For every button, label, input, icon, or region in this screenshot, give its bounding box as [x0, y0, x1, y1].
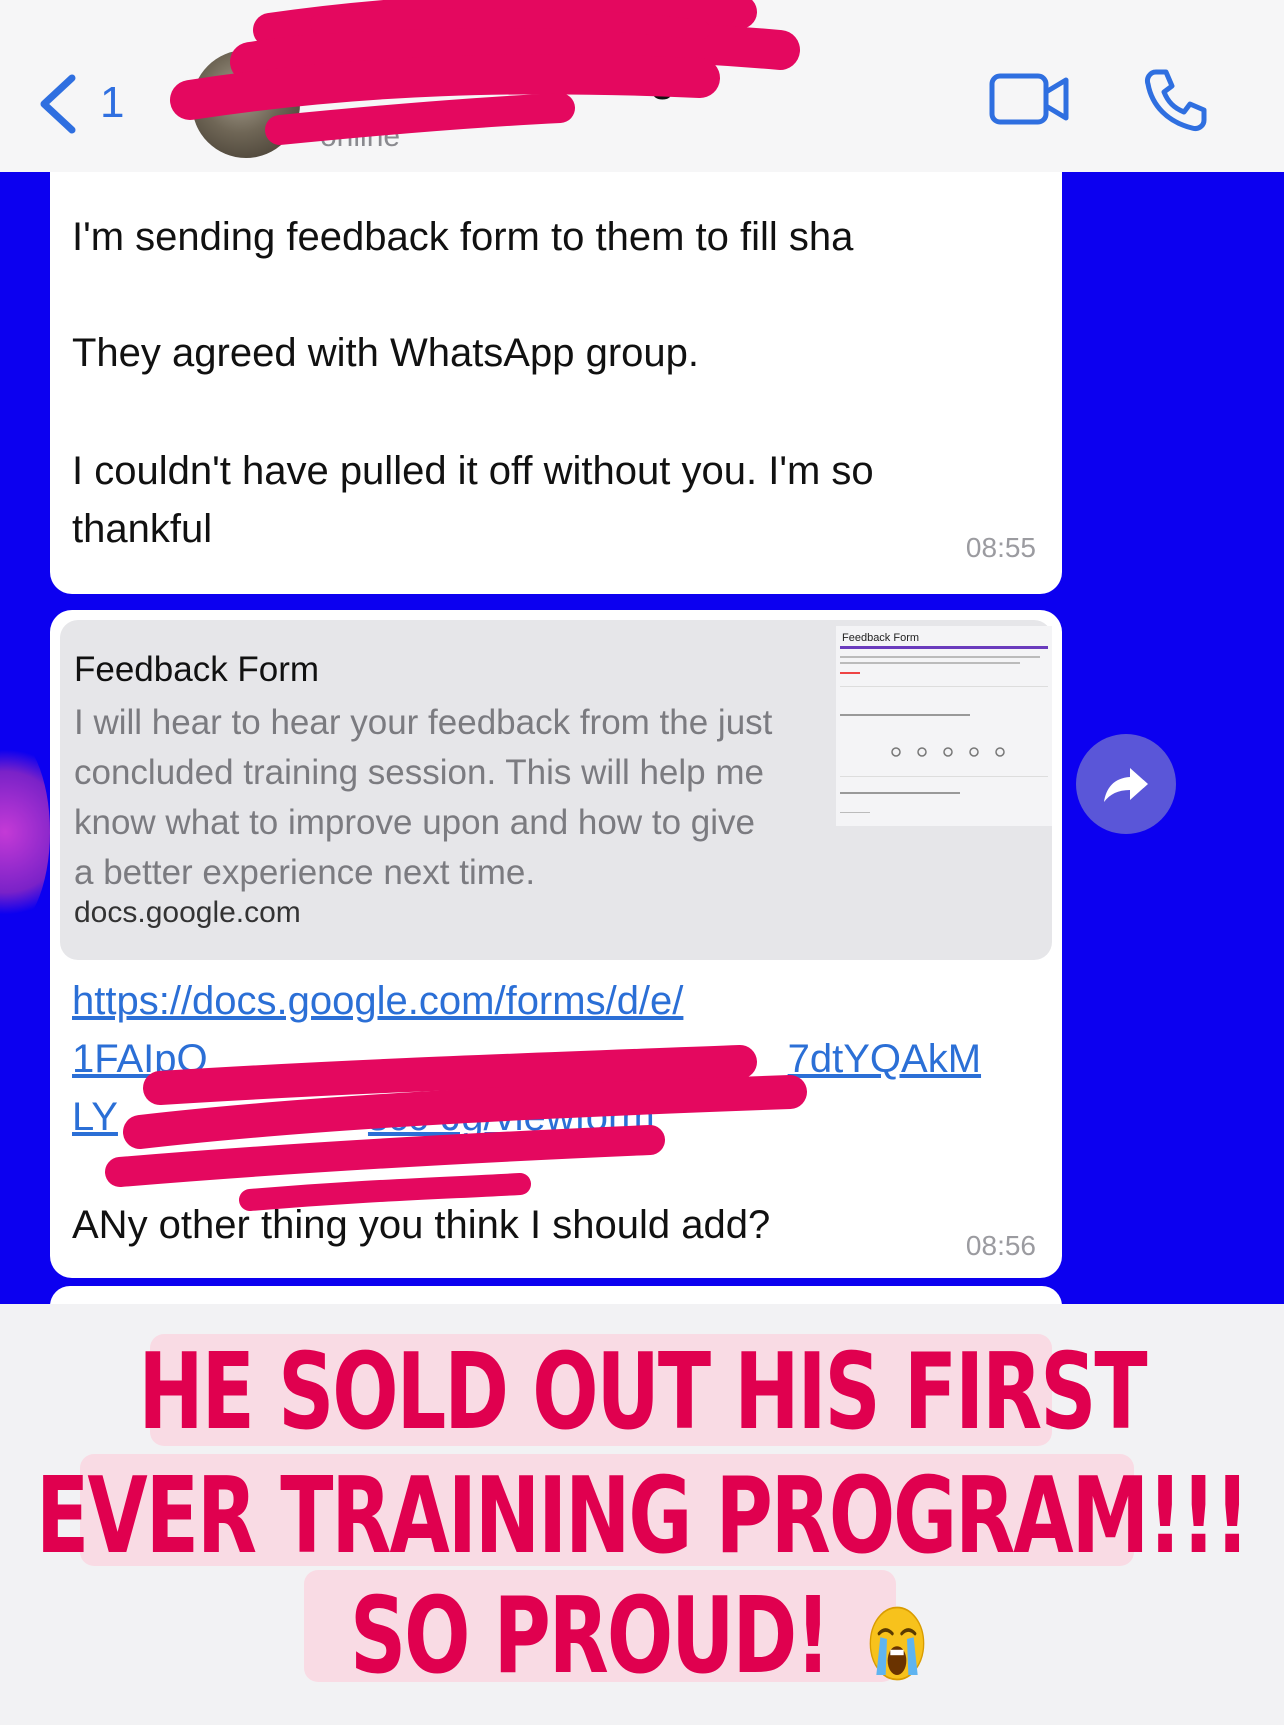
- message-bubble[interactable]: Feedback Form I will hear to hear your f…: [50, 610, 1062, 1278]
- message-time: 08:55: [965, 532, 1036, 563]
- message-line: ANy other thing you think I should add?: [72, 1203, 771, 1247]
- message-line: I'm sending feedback form to them to fil…: [72, 215, 854, 259]
- caption-text: SO PROUD!: [350, 1576, 831, 1698]
- caption-line: HE SOLD OUT HIS FIRST: [138, 1332, 1147, 1454]
- message-line: They agreed with WhatsApp group.: [72, 331, 700, 375]
- background-blob: [0, 732, 50, 932]
- caption-line: EVER TRAINING PROGRAM!!!: [36, 1456, 1250, 1578]
- name-redaction: [170, 0, 800, 145]
- story-caption: HE SOLD OUT HIS FIRST EVER TRAINING PROG…: [0, 1304, 1284, 1725]
- link-redaction: [105, 1045, 807, 1211]
- caption-line-3: SO PROUD!: [0, 1576, 1284, 1698]
- chat-header: 1 ang online: [0, 0, 1284, 173]
- chat-area: I'm sending feedback form to them to fil…: [0, 172, 1284, 1304]
- forward-button[interactable]: [1076, 734, 1176, 834]
- message-bubble[interactable]: I'm sending feedback form to them to fil…: [50, 172, 1062, 594]
- crying-face-icon: [869, 1605, 925, 1680]
- message-line: I couldn't have pulled it off without yo…: [72, 449, 885, 551]
- phone-icon[interactable]: [1142, 66, 1210, 134]
- video-camera-icon[interactable]: [988, 70, 1072, 128]
- message-time: 08:56: [965, 1230, 1036, 1261]
- forward-arrow-icon: [1104, 768, 1148, 802]
- message-bubble[interactable]: [50, 1286, 1062, 1304]
